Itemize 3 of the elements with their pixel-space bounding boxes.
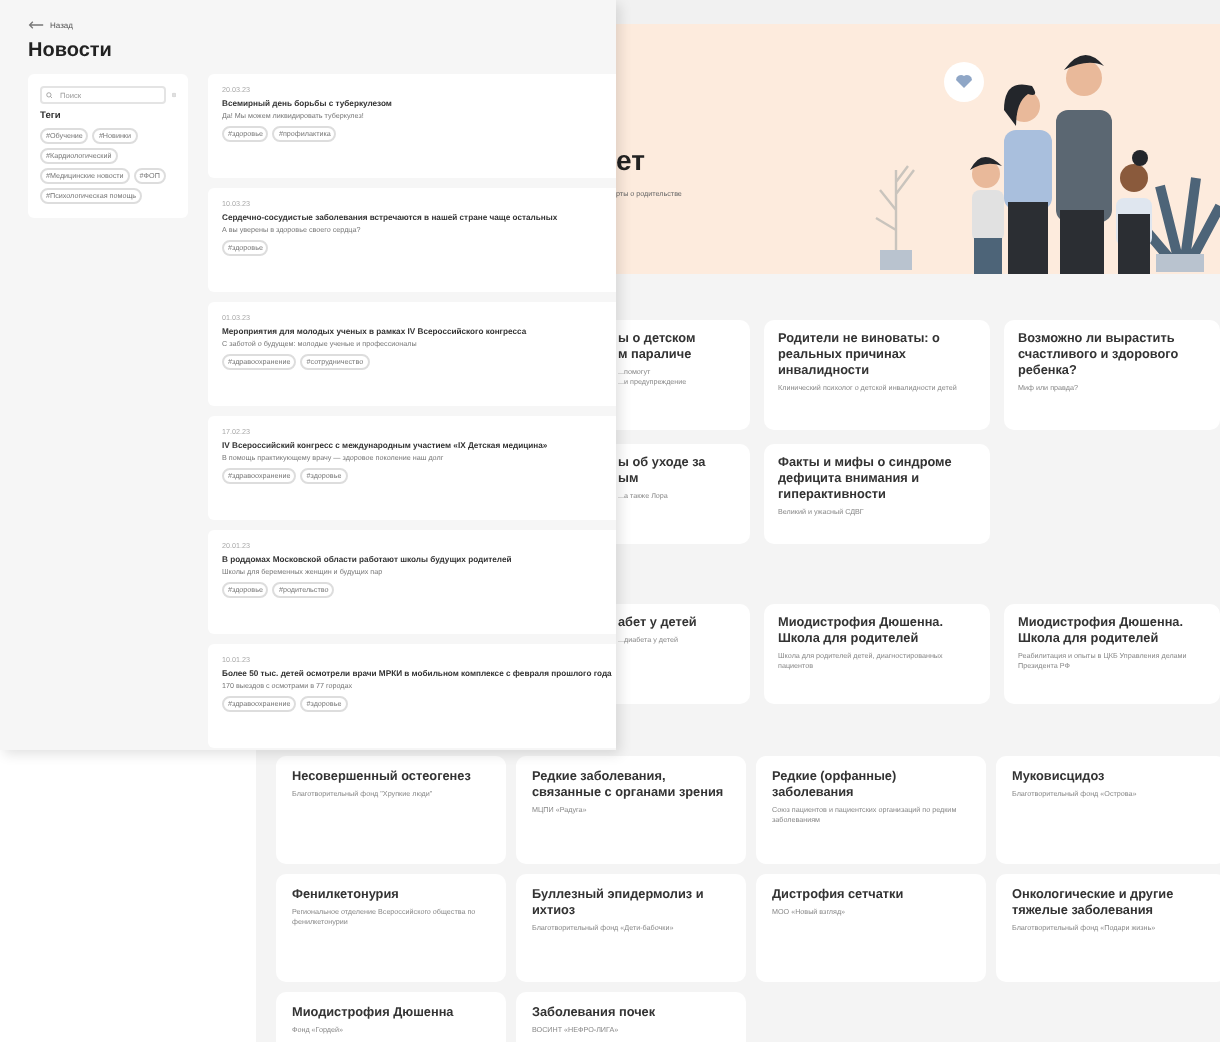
- page-title: Новости: [28, 40, 114, 62]
- hero-title: ет: [616, 144, 647, 176]
- back-arrow-icon: [28, 20, 44, 30]
